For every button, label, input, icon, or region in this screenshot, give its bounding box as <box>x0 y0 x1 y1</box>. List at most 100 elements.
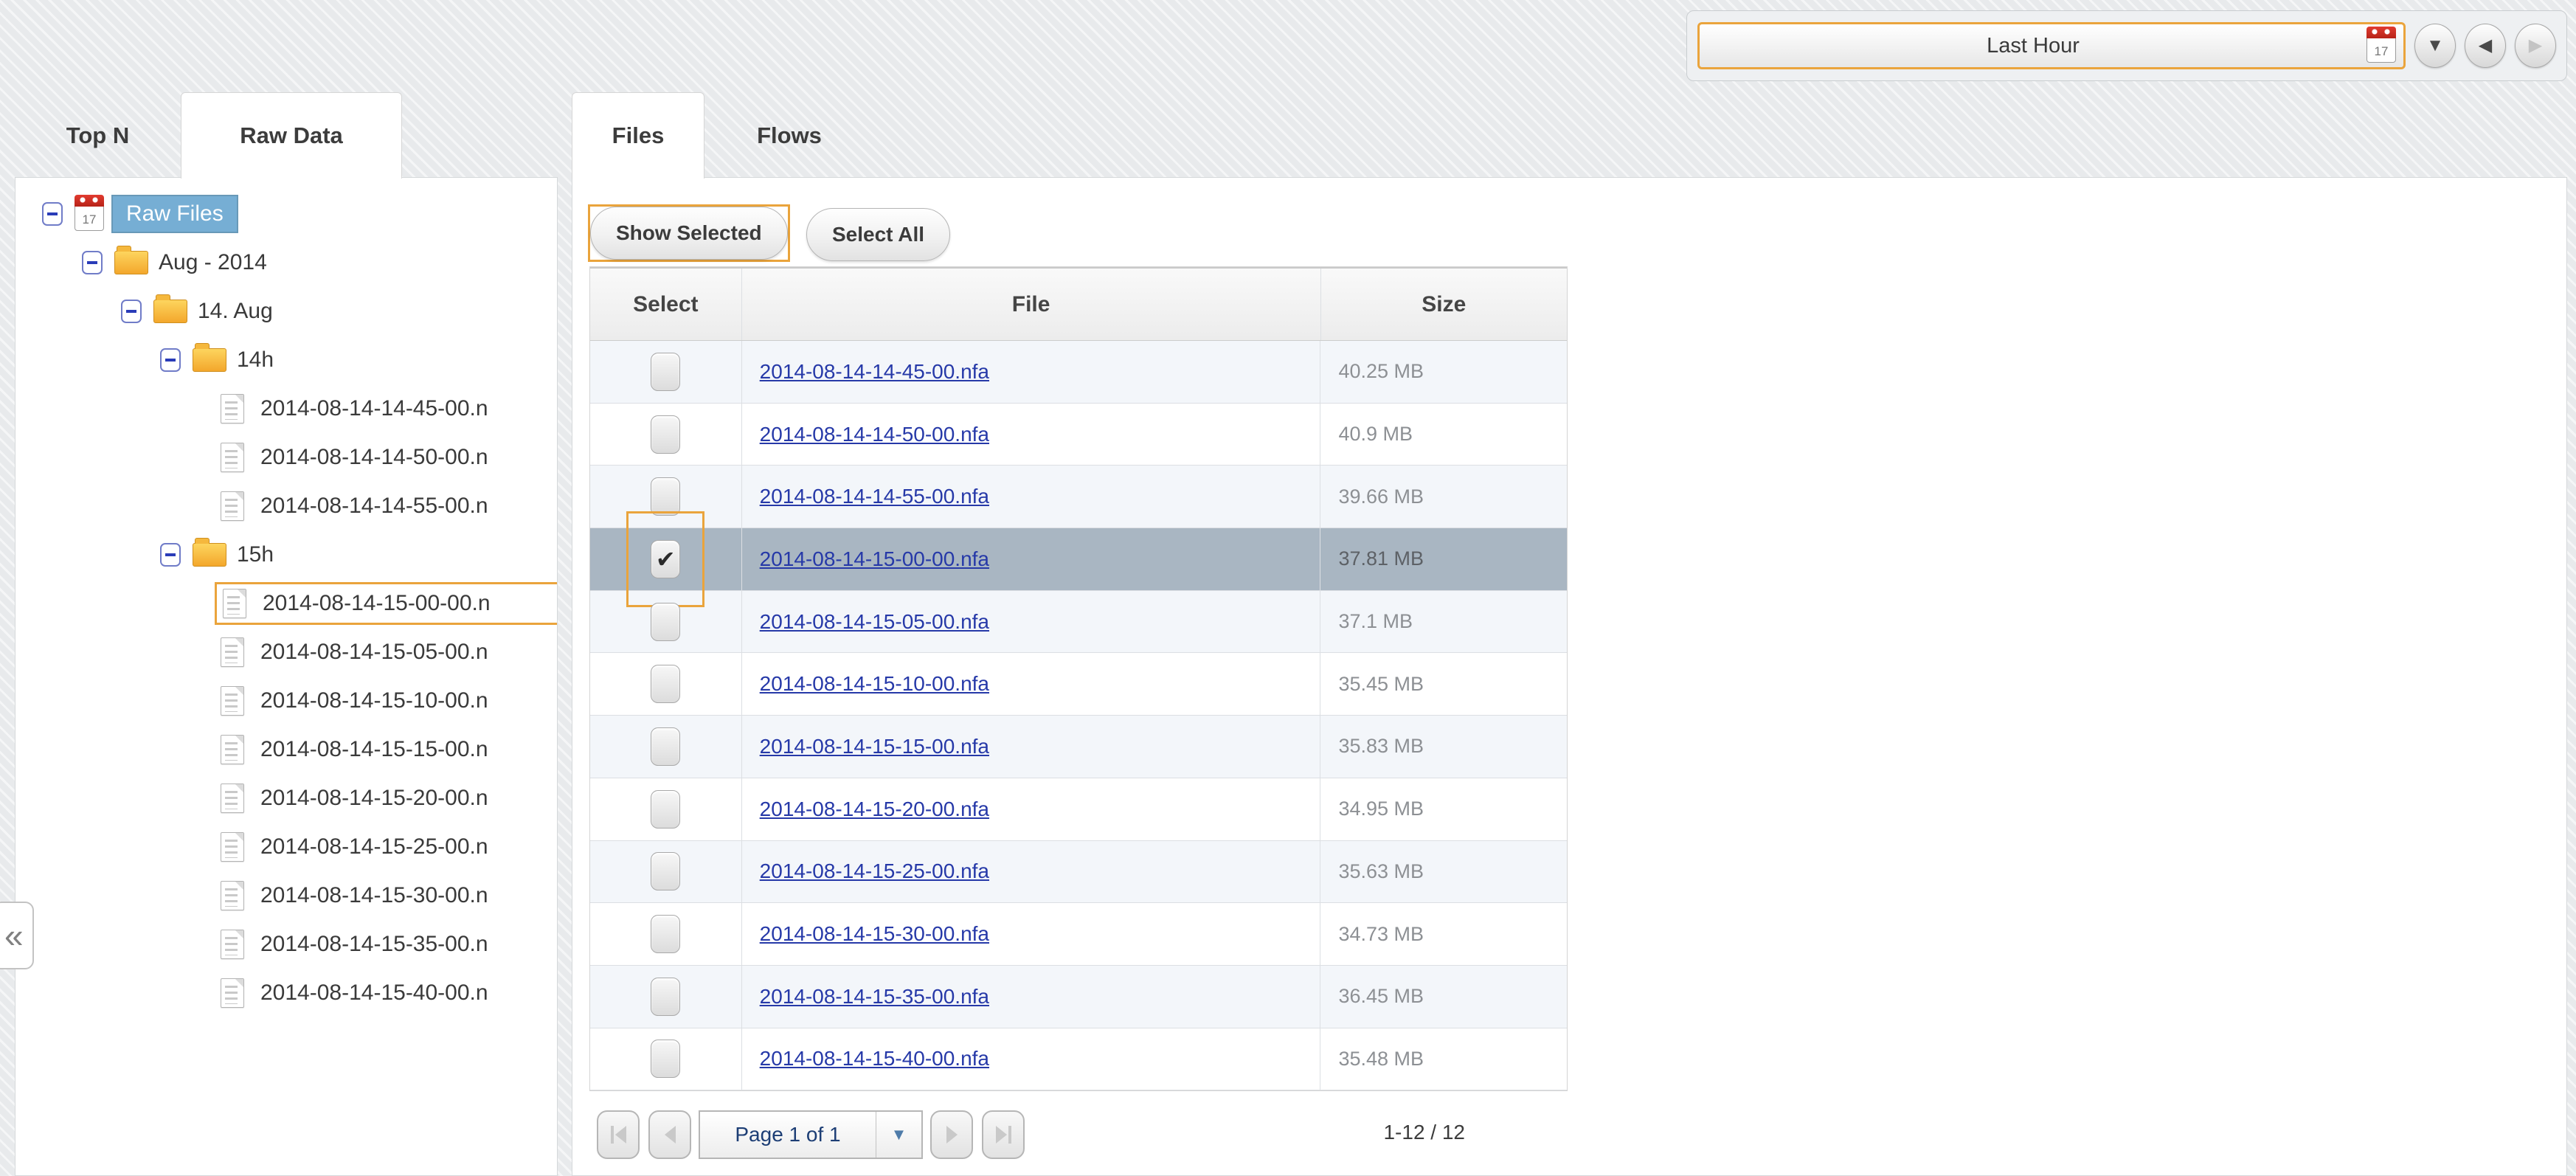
time-dropdown-button[interactable]: ▼ <box>2414 24 2456 68</box>
row-checkbox[interactable] <box>651 477 681 516</box>
tree-node-file[interactable]: 2014-08-14-15-30-00.n <box>15 871 557 920</box>
table-row: 2014-08-14-15-30-00.nfa 34.73 MB <box>590 903 1567 966</box>
first-page-icon <box>610 1126 614 1144</box>
table-row: 2014-08-14-15-35-00.nfa 36.45 MB <box>590 965 1567 1028</box>
row-checkbox[interactable] <box>651 1040 681 1079</box>
file-link[interactable]: 2014-08-14-15-25-00.nfa <box>760 859 989 883</box>
tree-node-file[interactable]: 2014-08-14-14-50-00.n <box>15 433 557 482</box>
last-page-button[interactable] <box>982 1110 1025 1159</box>
tree-node-label: 2014-08-14-15-35-00.n <box>260 932 488 956</box>
time-range-button[interactable]: Last Hour 17 <box>1697 22 2406 69</box>
column-header-select[interactable]: Select <box>590 269 742 340</box>
tree-node-raw-files[interactable]: 17 Raw Files <box>15 190 557 238</box>
tree-node-file[interactable]: 2014-08-14-15-15-00.n <box>15 725 557 774</box>
app-background: Last Hour 17 ▼ ◀ ▶ Top N Raw Data Files … <box>0 0 2576 1176</box>
last-page-icon-triangle <box>995 1126 1007 1144</box>
time-next-button[interactable]: ▶ <box>2515 24 2556 68</box>
dropdown-arrow-icon[interactable]: ▼ <box>876 1112 921 1158</box>
time-prev-button[interactable]: ◀ <box>2465 24 2506 68</box>
file-icon <box>221 491 244 521</box>
tree-node-label: 2014-08-14-14-45-00.n <box>260 396 488 421</box>
tree-node-file[interactable]: 2014-08-14-15-10-00.n <box>15 677 557 725</box>
row-checkbox[interactable] <box>651 789 681 829</box>
page-indicator-label: Page 1 of 1 <box>735 1123 841 1146</box>
file-link[interactable]: 2014-08-14-15-10-00.nfa <box>760 672 989 696</box>
tree-node-file[interactable]: 2014-08-14-15-25-00.n <box>15 823 557 871</box>
tab-flows-label: Flows <box>757 122 822 148</box>
table-row: 2014-08-14-15-05-00.nfa 37.1 MB <box>590 590 1567 654</box>
tree-node-label: 14h <box>237 347 274 372</box>
tree-selection-ring: 2014-08-14-15-00-00.n <box>215 582 557 625</box>
row-checkbox[interactable] <box>651 352 681 391</box>
column-header-file[interactable]: File <box>742 269 1321 340</box>
tree-node-14-aug[interactable]: 14. Aug <box>15 287 557 336</box>
first-page-button[interactable] <box>597 1110 640 1159</box>
tree-node-label: 2014-08-14-14-55-00.n <box>260 494 488 518</box>
tree-node-file[interactable]: 2014-08-14-15-35-00.n <box>15 920 557 969</box>
tab-flows[interactable]: Flows <box>704 92 874 179</box>
tab-raw-data[interactable]: Raw Data <box>181 92 402 179</box>
page-select-dropdown[interactable]: Page 1 of 1 ▼ <box>699 1110 923 1159</box>
collapse-node-icon[interactable] <box>160 543 181 567</box>
previous-page-icon <box>664 1126 676 1144</box>
file-icon <box>223 589 246 618</box>
row-checkbox[interactable] <box>651 602 681 641</box>
collapse-node-icon[interactable] <box>42 202 63 226</box>
column-header-size[interactable]: Size <box>1321 269 1568 340</box>
calendar-icon: 17 <box>2366 27 2396 63</box>
file-icon <box>221 881 244 910</box>
tab-files[interactable]: Files <box>572 92 704 179</box>
tree-node-file[interactable]: 2014-08-14-15-05-00.n <box>15 628 557 677</box>
row-checkbox[interactable] <box>651 727 681 766</box>
file-link[interactable]: 2014-08-14-15-35-00.nfa <box>760 985 989 1009</box>
row-checkbox[interactable] <box>651 665 681 704</box>
tree-node-aug-2014[interactable]: Aug - 2014 <box>15 238 557 287</box>
collapse-node-icon[interactable] <box>160 348 181 372</box>
tree-node-file[interactable]: 2014-08-14-14-45-00.n <box>15 384 557 433</box>
tree-node-14h[interactable]: 14h <box>15 336 557 384</box>
select-all-button[interactable]: Select All <box>806 208 951 261</box>
table-row: 2014-08-14-15-15-00.nfa 35.83 MB <box>590 716 1567 778</box>
tab-top-n[interactable]: Top N <box>15 92 181 179</box>
file-link[interactable]: 2014-08-14-14-50-00.nfa <box>760 423 989 446</box>
table-row: 2014-08-14-14-50-00.nfa 40.9 MB <box>590 403 1567 466</box>
chevron-down-icon: ▼ <box>2426 35 2444 55</box>
next-page-button[interactable] <box>930 1110 973 1159</box>
calendar-icon-day: 17 <box>2374 44 2389 58</box>
show-selected-button[interactable]: Show Selected <box>590 207 788 260</box>
previous-page-button[interactable] <box>648 1110 691 1159</box>
row-checkbox[interactable] <box>651 977 681 1016</box>
row-checkbox-checked[interactable]: ✔ <box>651 539 681 578</box>
time-range-bar: Last Hour 17 ▼ ◀ ▶ <box>1686 10 2567 81</box>
tree-node-label: Raw Files <box>111 195 238 233</box>
tree-node-label: 2014-08-14-15-25-00.n <box>260 834 488 859</box>
tree-node-file[interactable]: 2014-08-14-15-40-00.n <box>15 969 557 1017</box>
table-row: 2014-08-14-14-55-00.nfa 39.66 MB <box>590 466 1567 529</box>
tree-node-file[interactable]: 2014-08-14-15-20-00.n <box>15 774 557 823</box>
next-page-icon <box>946 1126 958 1144</box>
file-size: 37.81 MB <box>1338 547 1424 570</box>
tree-node-file[interactable]: 2014-08-14-14-55-00.n <box>15 482 557 530</box>
calendar-icon-day: 17 <box>82 212 97 226</box>
arrow-right-icon: ▶ <box>2528 35 2543 55</box>
table-row: 2014-08-14-15-20-00.nfa 34.95 MB <box>590 778 1567 841</box>
file-link[interactable]: 2014-08-14-15-20-00.nfa <box>760 798 989 821</box>
collapse-sidebar-button[interactable]: « <box>0 902 34 969</box>
row-checkbox[interactable] <box>651 415 681 454</box>
file-link[interactable]: 2014-08-14-14-55-00.nfa <box>760 485 989 508</box>
files-table: Select File Size 2014-08-14-14-45-00.nfa… <box>589 266 1568 1092</box>
file-link[interactable]: 2014-08-14-15-00-00.nfa <box>760 547 989 571</box>
row-checkbox[interactable] <box>651 915 681 954</box>
file-link[interactable]: 2014-08-14-15-40-00.nfa <box>760 1047 989 1070</box>
row-checkbox[interactable] <box>651 852 681 891</box>
tree-node-15h[interactable]: 15h <box>15 530 557 579</box>
file-link[interactable]: 2014-08-14-15-30-00.nfa <box>760 922 989 946</box>
file-link[interactable]: 2014-08-14-15-15-00.nfa <box>760 735 989 758</box>
file-size: 40.25 MB <box>1338 360 1424 383</box>
collapse-node-icon[interactable] <box>82 251 103 274</box>
tree-node-file-selected[interactable]: 2014-08-14-15-00-00.n <box>15 579 557 628</box>
file-link[interactable]: 2014-08-14-15-05-00.nfa <box>760 610 989 634</box>
file-link[interactable]: 2014-08-14-14-45-00.nfa <box>760 360 989 384</box>
file-icon <box>221 832 244 862</box>
collapse-node-icon[interactable] <box>121 300 142 323</box>
